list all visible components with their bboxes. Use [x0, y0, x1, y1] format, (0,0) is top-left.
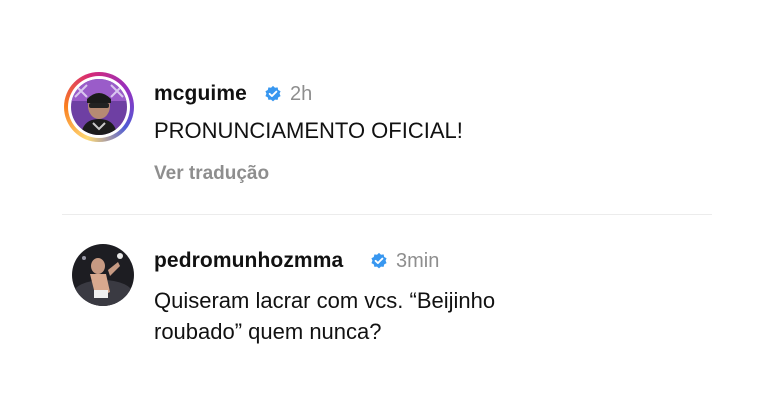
reply-avatar[interactable] [72, 244, 134, 306]
avatar[interactable] [71, 79, 127, 135]
verified-badge-icon [265, 85, 281, 102]
reply-text-line-1: Quiseram lacrar com vcs. “Beijinho [154, 288, 496, 313]
verified-badge-icon [371, 252, 387, 269]
divider [62, 214, 712, 215]
profile-photo-icon [72, 244, 134, 306]
story-ring-avatar[interactable] [64, 72, 134, 142]
reply-timestamp: 3min [396, 250, 440, 272]
caption-timestamp: 2h [290, 83, 313, 105]
caption-text: PRONUNCIAMENTO OFICIAL! [154, 118, 463, 143]
reply-text-line-2: roubado” quem nunca? [154, 319, 382, 344]
reply-username[interactable]: pedromunhozmma [154, 249, 343, 273]
profile-photo-icon [71, 79, 127, 135]
caption-comment: mcguime 2h PRONUNCIAMENTO OFICIAL! Ver t… [0, 0, 771, 210]
caption-username[interactable]: mcguime [154, 82, 247, 106]
see-translation-link[interactable]: Ver tradução [154, 163, 269, 185]
